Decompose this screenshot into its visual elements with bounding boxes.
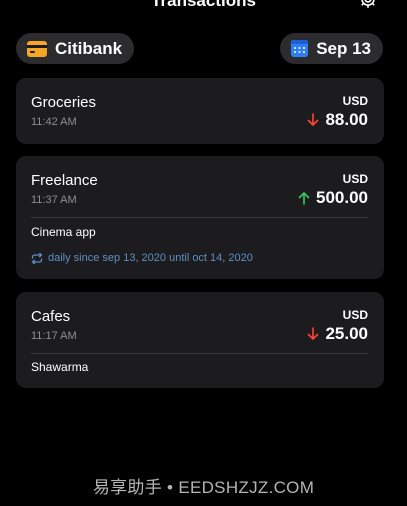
transaction-currency: USD <box>342 308 368 322</box>
gear-icon[interactable] <box>357 0 379 10</box>
transaction-card-groceries[interactable]: Groceries 11:42 AM USD 88.00 <box>16 78 384 144</box>
date-filter-button[interactable]: Sep 13 <box>280 33 383 64</box>
arrow-down-icon <box>308 327 319 340</box>
transaction-amount-value: 500.00 <box>316 188 368 207</box>
page-title: Transactions <box>151 0 256 10</box>
transaction-time: 11:37 AM <box>31 194 77 206</box>
divider <box>31 353 368 354</box>
transaction-time: 11:17 AM <box>31 330 77 342</box>
arrow-down-icon <box>308 113 319 126</box>
transaction-recurrence-text: daily since sep 13, 2020 until oct 14, 2… <box>48 252 253 264</box>
transaction-card-cafes[interactable]: Cafes 11:17 AM USD 25.00 Shawarma <box>16 292 384 388</box>
transaction-currency: USD <box>342 94 368 108</box>
transaction-card-freelance[interactable]: Freelance 11:37 AM USD 500.00 Cinema app… <box>16 156 384 279</box>
date-filter-label: Sep 13 <box>316 38 371 58</box>
transaction-amount-value: 88.00 <box>325 110 368 129</box>
transaction-note: Shawarma <box>31 360 89 374</box>
transaction-amount-value: 25.00 <box>325 324 368 343</box>
transaction-time: 11:42 AM <box>31 116 77 128</box>
transaction-name: Cafes <box>31 308 71 325</box>
transaction-amount: 88.00 <box>307 110 368 130</box>
account-filter-button[interactable]: Citibank <box>16 33 135 64</box>
transaction-amount: 25.00 <box>307 324 368 344</box>
nav-header: Transactions <box>0 0 407 12</box>
transaction-note: Cinema app <box>31 225 96 239</box>
transaction-name: Freelance <box>31 172 98 189</box>
calendar-icon <box>291 40 309 57</box>
transaction-recurrence: daily since sep 13, 2020 until oct 14, 2… <box>31 252 253 264</box>
transaction-currency: USD <box>342 172 368 186</box>
transaction-amount: 500.00 <box>298 188 368 208</box>
credit-card-icon <box>27 40 47 57</box>
divider <box>31 217 368 218</box>
repeat-icon <box>31 252 43 264</box>
account-filter-label: Citibank <box>55 38 123 58</box>
watermark: 易享助手 • EEDSHZJZ.COM <box>92 478 315 497</box>
transaction-name: Groceries <box>31 94 97 111</box>
arrow-up-icon <box>298 192 310 205</box>
